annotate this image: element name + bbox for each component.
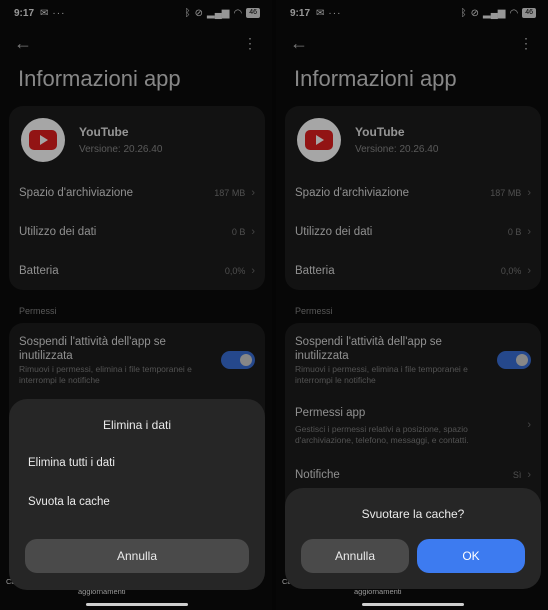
left-screen: 9:17 ✉ ··· ᛒ ⊘ ▂▄▆ ◠ 46 ← ⋮ Informazioni… <box>0 0 272 610</box>
right-screen: 9:17 ✉ ··· ᛒ ⊘ ▂▄▆ ◠ 46 ← ⋮ Informazioni… <box>276 0 548 610</box>
delete-all-data-option[interactable]: Elimina tutti i dati <box>28 457 115 469</box>
ok-button[interactable]: OK <box>417 539 525 573</box>
gesture-bar[interactable] <box>86 603 188 606</box>
dialog-title: Elimina i dati <box>102 418 172 432</box>
delete-data-dialog: Elimina i dati Elimina tutti i dati Svuo… <box>9 399 265 590</box>
gesture-bar[interactable] <box>362 603 464 606</box>
cancel-button[interactable]: Annulla <box>301 539 409 573</box>
clear-cache-dialog: Svuotare la cache? Annulla OK <box>285 488 541 589</box>
dialog-title: Svuotare la cache? <box>361 507 465 521</box>
clear-cache-option[interactable]: Svuota la cache <box>28 496 110 508</box>
cancel-button[interactable]: Annulla <box>25 539 249 573</box>
